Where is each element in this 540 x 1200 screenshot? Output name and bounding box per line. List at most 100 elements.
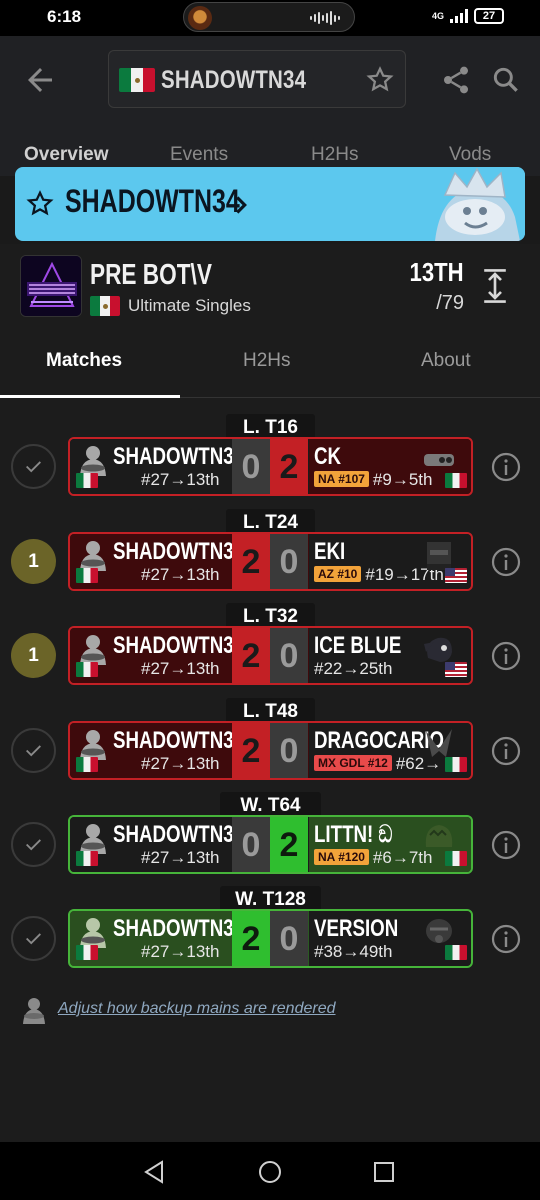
match-row[interactable]: SHADOWTN34 #27→13th 2 0 VERSION #38→49th <box>68 909 473 968</box>
search-icon[interactable] <box>490 64 522 96</box>
match-info-icon[interactable] <box>490 735 522 767</box>
match-info-icon[interactable] <box>490 640 522 672</box>
player-one-name: SHADOWTN34 <box>113 727 245 754</box>
mexico-flag-icon <box>76 945 98 960</box>
player-two-score: 2 <box>270 817 308 872</box>
player-two-name: ICE BLUE <box>314 632 402 659</box>
tab-vods[interactable]: Vods <box>449 144 491 166</box>
tab-h2hs[interactable]: H2Hs <box>243 350 291 372</box>
player-one-seed: #27→13th <box>141 659 220 678</box>
checkmark-icon[interactable] <box>11 916 56 961</box>
match-row[interactable]: SHADOWTN34 #27→13th 2 0 DRAGOCARIO MX GD… <box>68 721 473 780</box>
mexico-flag-icon <box>76 662 98 677</box>
player-two-score: 0 <box>270 911 308 966</box>
character-icon <box>76 443 110 477</box>
player-one-seed: #27→13th <box>141 565 220 584</box>
character-icon <box>422 915 456 949</box>
player-one-seed: #27→13th <box>141 848 220 867</box>
player-one-score: 2 <box>232 534 270 589</box>
share-icon[interactable] <box>440 64 472 96</box>
player-one-name: SHADOWTN34 <box>113 821 245 848</box>
player-one-score: 2 <box>232 628 270 683</box>
mexico-flag-icon <box>445 757 467 772</box>
match-row[interactable]: SHADOWTN34 #27→13th 0 2 CK NA #107 #9→5th <box>68 437 473 496</box>
player-two-score: 0 <box>270 628 308 683</box>
search-player-name: SHADOWTN34 <box>161 66 307 94</box>
tab-events[interactable]: Events <box>170 144 228 166</box>
expand-collapse-icon[interactable] <box>480 268 510 304</box>
status-time: 6:18 <box>47 7 82 26</box>
tab-overview[interactable]: Overview <box>24 144 109 166</box>
mexico-flag-icon <box>76 757 98 772</box>
media-pill[interactable] <box>183 2 355 32</box>
player-two-name: VERSION <box>314 915 399 942</box>
usa-flag-icon <box>445 568 467 583</box>
match-info-icon[interactable] <box>490 829 522 861</box>
favorite-star-icon[interactable] <box>365 65 395 95</box>
player-one-score: 2 <box>232 911 270 966</box>
audio-wave-icon <box>310 11 344 25</box>
region-rank-tag: NA #120 <box>314 849 369 865</box>
event-subtitle: Ultimate Singles <box>128 296 251 315</box>
mexico-flag-icon <box>76 568 98 583</box>
player-two-seed: #38→49th <box>314 942 393 961</box>
match-count-badge[interactable]: 1 <box>11 633 56 678</box>
character-icon <box>422 538 456 572</box>
player-one-score: 2 <box>232 723 270 778</box>
player-two-seed: NA #120 #6→7th <box>314 848 432 868</box>
checkmark-icon[interactable] <box>11 444 56 489</box>
event-title: PRE BOT\V <box>90 259 212 291</box>
checkmark-icon[interactable] <box>11 728 56 773</box>
character-icon <box>76 727 110 761</box>
region-rank-tag: AZ #10 <box>314 566 362 582</box>
player-banner[interactable]: SHADOWTN34 <box>15 167 525 241</box>
nav-recents-icon[interactable] <box>370 1158 398 1186</box>
match-row[interactable]: SHADOWTN34 #27→13th 2 0 ICE BLUE #22→25t… <box>68 626 473 685</box>
banner-star-icon[interactable] <box>25 189 55 219</box>
match-info-icon[interactable] <box>490 451 522 483</box>
nav-back-icon[interactable] <box>140 1158 168 1186</box>
player-search-field[interactable]: SHADOWTN34 <box>108 50 406 108</box>
mexico-flag-icon <box>90 296 120 316</box>
mexico-flag-icon <box>76 473 98 488</box>
match-count-badge[interactable]: 1 <box>11 539 56 584</box>
player-two-name: CK <box>314 443 342 470</box>
player-two-score: 0 <box>270 723 308 778</box>
battery-icon: 27 <box>474 8 504 24</box>
player-two-name: LITTN! ඞ <box>314 821 393 848</box>
banner-player-name: SHADOWTN34 <box>65 183 240 219</box>
player-one-name: SHADOWTN34 <box>113 915 245 942</box>
match-info-icon[interactable] <box>490 923 522 955</box>
usa-flag-icon <box>445 662 467 677</box>
match-info-icon[interactable] <box>490 546 522 578</box>
backup-mains-link[interactable]: Adjust how backup mains are rendered <box>58 1000 336 1018</box>
checkmark-icon[interactable] <box>11 822 56 867</box>
back-arrow-icon[interactable] <box>22 62 58 98</box>
character-art-icon <box>415 167 525 241</box>
match-row[interactable]: SHADOWTN34 #27→13th 0 2 LITTN! ඞ NA #120… <box>68 815 473 874</box>
player-one-seed: #27→13th <box>141 470 220 489</box>
player-two-score: 2 <box>270 439 308 494</box>
mexico-flag-icon <box>76 851 98 866</box>
tab-about[interactable]: About <box>421 350 471 372</box>
character-icon <box>76 915 110 949</box>
mexico-flag-icon <box>445 945 467 960</box>
tab-matches[interactable]: Matches <box>46 350 122 372</box>
system-nav-bar <box>0 1142 540 1200</box>
active-tab-indicator <box>0 395 180 398</box>
player-one-name: SHADOWTN34 <box>113 632 245 659</box>
nav-home-icon[interactable] <box>256 1158 284 1186</box>
character-icon <box>422 443 456 477</box>
chevron-right-icon <box>236 196 247 214</box>
mexico-flag-icon <box>119 68 155 92</box>
match-row[interactable]: SHADOWTN34 #27→13th 2 0 EKI AZ #10 #19→17… <box>68 532 473 591</box>
player-one-score: 0 <box>232 439 270 494</box>
app-bar: SHADOWTN34 <box>0 36 540 126</box>
event-placement: 13TH <box>409 257 464 287</box>
tab-h2hs-background[interactable]: H2Hs <box>311 144 359 166</box>
region-rank-tag: MX GDL #12 <box>314 755 392 771</box>
character-icon <box>422 632 456 666</box>
character-icon <box>76 538 110 572</box>
event-entrants-total: /79 <box>436 292 464 314</box>
mexico-flag-icon <box>445 851 467 866</box>
